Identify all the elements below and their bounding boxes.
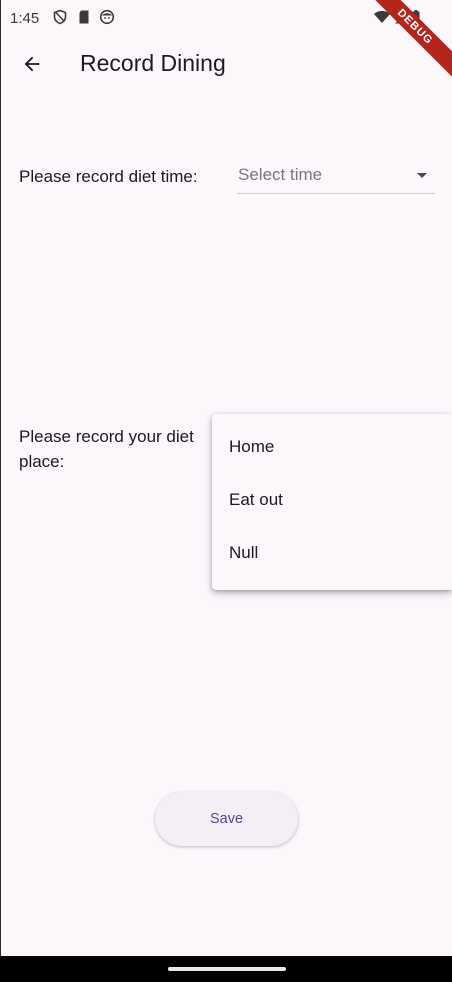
diet-place-label-line2: place: [19,452,65,471]
menu-item-label: Null [229,543,259,562]
menu-item-eat-out[interactable]: Eat out [212,475,452,527]
place-dropdown-menu: Home Eat out Null [212,414,452,590]
status-time: 1:45 [10,10,40,27]
page-title: Record Dining [80,50,226,76]
menu-item-null[interactable]: Null [212,528,452,580]
system-nav-bar [0,956,452,982]
home-gesture-handle[interactable] [168,967,286,971]
screen-edge [0,0,1,956]
diet-place-label: Please record your diet place: [19,424,194,474]
save-button[interactable]: Save [155,792,298,846]
back-button[interactable] [12,44,52,84]
sd-card-icon [79,10,89,24]
diet-place-label-line1: Please record your diet [19,427,194,446]
menu-item-home[interactable]: Home [212,422,452,474]
time-dropdown[interactable]: Select time [237,160,435,194]
shield-icon [53,9,67,25]
time-dropdown-placeholder: Select time [238,165,323,184]
face-icon [99,9,115,25]
app-bar: Record Dining [0,36,452,92]
menu-item-label: Home [229,437,275,456]
dropdown-arrow-icon [417,173,427,178]
menu-item-label: Eat out [229,490,283,509]
arrow-back-icon [24,56,40,72]
diet-time-label: Please record diet time: [19,167,198,186]
